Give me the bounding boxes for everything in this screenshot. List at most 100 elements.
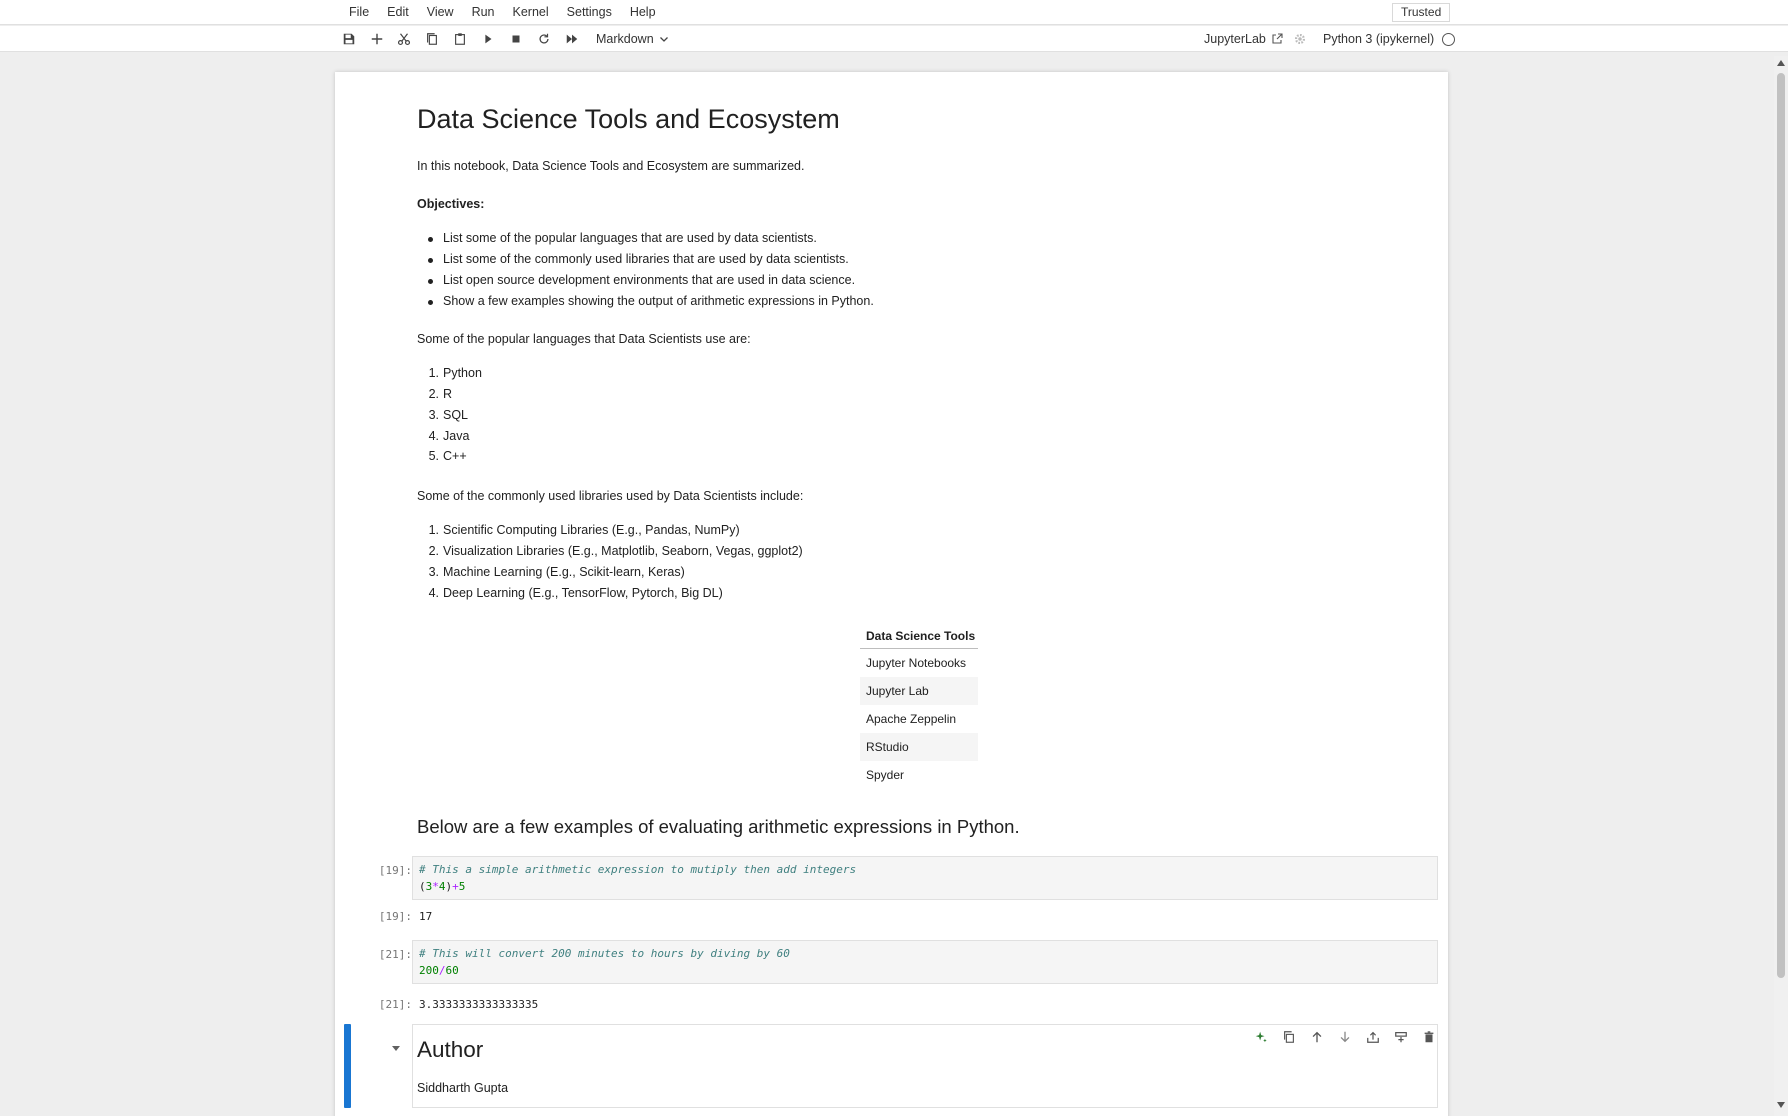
bullet bbox=[428, 279, 433, 284]
stop-button[interactable] bbox=[506, 30, 526, 48]
gear-icon[interactable] bbox=[1293, 32, 1307, 46]
menu-view[interactable]: View bbox=[418, 0, 463, 25]
kernel-idle-icon bbox=[1442, 32, 1456, 46]
run-icon bbox=[485, 34, 492, 44]
insert-below-button[interactable] bbox=[1387, 1028, 1415, 1046]
author-name: Siddharth Gupta bbox=[417, 1081, 509, 1095]
restart-icon bbox=[539, 33, 549, 44]
duplicate-icon bbox=[1284, 1031, 1294, 1043]
move-up-icon bbox=[1312, 1031, 1322, 1043]
insert-above-icon bbox=[1367, 1031, 1379, 1043]
bullet bbox=[428, 300, 433, 305]
insert-below-icon bbox=[1395, 1032, 1407, 1043]
cell-toolbar bbox=[1247, 1028, 1443, 1046]
menu-bar: File Edit View Run Kernel Settings Help … bbox=[0, 0, 1788, 25]
list-number: 4. bbox=[428, 586, 439, 600]
code-line: 200/60 bbox=[419, 964, 459, 977]
library-item: Machine Learning (E.g., Scikit-learn, Ke… bbox=[443, 565, 685, 579]
arithmetic-heading: Below are a few examples of evaluating a… bbox=[417, 816, 1020, 837]
scroll-up-arrow-icon[interactable] bbox=[1777, 60, 1785, 66]
duplicate-cell-button[interactable] bbox=[1275, 1028, 1303, 1046]
cell-type-select[interactable]: Markdown bbox=[596, 30, 669, 48]
menu-settings[interactable]: Settings bbox=[558, 0, 621, 25]
delete-cell-button[interactable] bbox=[1415, 1028, 1443, 1046]
list-number: 4. bbox=[428, 429, 439, 443]
notebook-title: Data Science Tools and Ecosystem bbox=[417, 104, 840, 134]
insert-above-button[interactable] bbox=[1359, 1028, 1387, 1046]
notebook-toolbar: Markdown JupyterLab Python 3 (ipykernel) bbox=[0, 26, 1788, 52]
delete-icon bbox=[1424, 1031, 1434, 1043]
table-row: Jupyter Lab bbox=[860, 677, 978, 705]
intro-text: In this notebook, Data Science Tools and… bbox=[417, 159, 805, 173]
chevron-down-icon bbox=[659, 37, 668, 42]
cell-output: 3.3333333333333335 bbox=[419, 998, 539, 1011]
list-number: 2. bbox=[428, 544, 439, 558]
menu-run[interactable]: Run bbox=[463, 0, 504, 25]
move-down-icon bbox=[1340, 1031, 1350, 1043]
ai-assist-button[interactable] bbox=[1247, 1028, 1275, 1046]
run-all-button[interactable] bbox=[562, 30, 582, 48]
input-prompt: [21]: bbox=[378, 948, 412, 961]
menu-edit[interactable]: Edit bbox=[378, 0, 418, 25]
kernel-status[interactable]: Python 3 (ipykernel) bbox=[1323, 30, 1456, 48]
table-header: Data Science Tools bbox=[860, 623, 978, 649]
objective-item: List some of the commonly used libraries… bbox=[443, 252, 849, 266]
cut-button[interactable] bbox=[394, 30, 414, 48]
vertical-scrollbar[interactable] bbox=[1774, 56, 1788, 1116]
notebook-page: Data Science Tools and Ecosystem In this… bbox=[335, 72, 1448, 1116]
active-cell-indicator bbox=[344, 1024, 351, 1108]
menu-kernel[interactable]: Kernel bbox=[504, 0, 558, 25]
add-cell-button[interactable] bbox=[367, 30, 387, 48]
scroll-down-arrow-icon[interactable] bbox=[1777, 1102, 1785, 1108]
ai-sparkle-icon bbox=[1255, 1031, 1267, 1043]
tools-table: Data Science Tools Jupyter Notebooks Jup… bbox=[860, 623, 978, 789]
code-editor[interactable]: # This will convert 200 minutes to hours… bbox=[412, 940, 1438, 984]
objective-item: List some of the popular languages that … bbox=[443, 231, 817, 245]
paste-button[interactable] bbox=[450, 30, 470, 48]
copy-icon bbox=[427, 33, 437, 45]
list-number: 2. bbox=[428, 387, 439, 401]
save-button[interactable] bbox=[339, 30, 359, 48]
jupyterlab-link[interactable]: JupyterLab bbox=[1204, 30, 1283, 48]
kernel-name: Python 3 (ipykernel) bbox=[1323, 32, 1435, 46]
code-comment: # This a simple arithmetic expression to… bbox=[419, 863, 857, 876]
collapse-caret-icon[interactable] bbox=[391, 1043, 401, 1053]
add-cell-icon bbox=[371, 33, 383, 45]
objective-item: List open source development environment… bbox=[443, 273, 856, 287]
restart-button[interactable] bbox=[534, 30, 554, 48]
code-line: (3*4)+5 bbox=[419, 880, 466, 893]
run-button[interactable] bbox=[478, 30, 498, 48]
author-heading: Author bbox=[417, 1037, 484, 1062]
cell-type-value: Markdown bbox=[596, 32, 654, 46]
table-row: Spyder bbox=[866, 768, 905, 782]
trusted-badge[interactable]: Trusted bbox=[1392, 3, 1451, 22]
cell-output: 17 bbox=[419, 910, 433, 923]
move-up-button[interactable] bbox=[1303, 1028, 1331, 1046]
list-number: 3. bbox=[428, 565, 439, 579]
table-row: Jupyter Notebooks bbox=[866, 656, 967, 670]
code-editor[interactable]: # This a simple arithmetic expression to… bbox=[412, 856, 1438, 900]
language-item: C++ bbox=[443, 449, 467, 463]
external-link-icon bbox=[1272, 33, 1283, 44]
objectives-label: Objectives: bbox=[417, 197, 485, 211]
save-icon bbox=[343, 33, 355, 45]
list-number: 1. bbox=[428, 366, 439, 380]
output-prompt: [21]: bbox=[378, 998, 412, 1011]
bullet bbox=[428, 258, 433, 263]
copy-button[interactable] bbox=[422, 30, 442, 48]
menu-items: File Edit View Run Kernel Settings Help bbox=[340, 0, 665, 25]
language-item: Python bbox=[443, 366, 482, 380]
language-item: SQL bbox=[443, 408, 469, 422]
library-item: Visualization Libraries (E.g., Matplotli… bbox=[443, 544, 803, 558]
menu-file[interactable]: File bbox=[340, 0, 378, 25]
stop-icon bbox=[512, 35, 520, 43]
input-prompt: [19]: bbox=[378, 864, 412, 877]
jupyterlab-label: JupyterLab bbox=[1204, 32, 1266, 46]
move-down-button[interactable] bbox=[1331, 1028, 1359, 1046]
list-number: 3. bbox=[428, 408, 439, 422]
table-row: RStudio bbox=[860, 733, 978, 761]
scrollbar-thumb[interactable] bbox=[1777, 73, 1785, 978]
menu-help[interactable]: Help bbox=[621, 0, 665, 25]
list-number: 1. bbox=[428, 523, 439, 537]
list-number: 5. bbox=[428, 449, 439, 463]
